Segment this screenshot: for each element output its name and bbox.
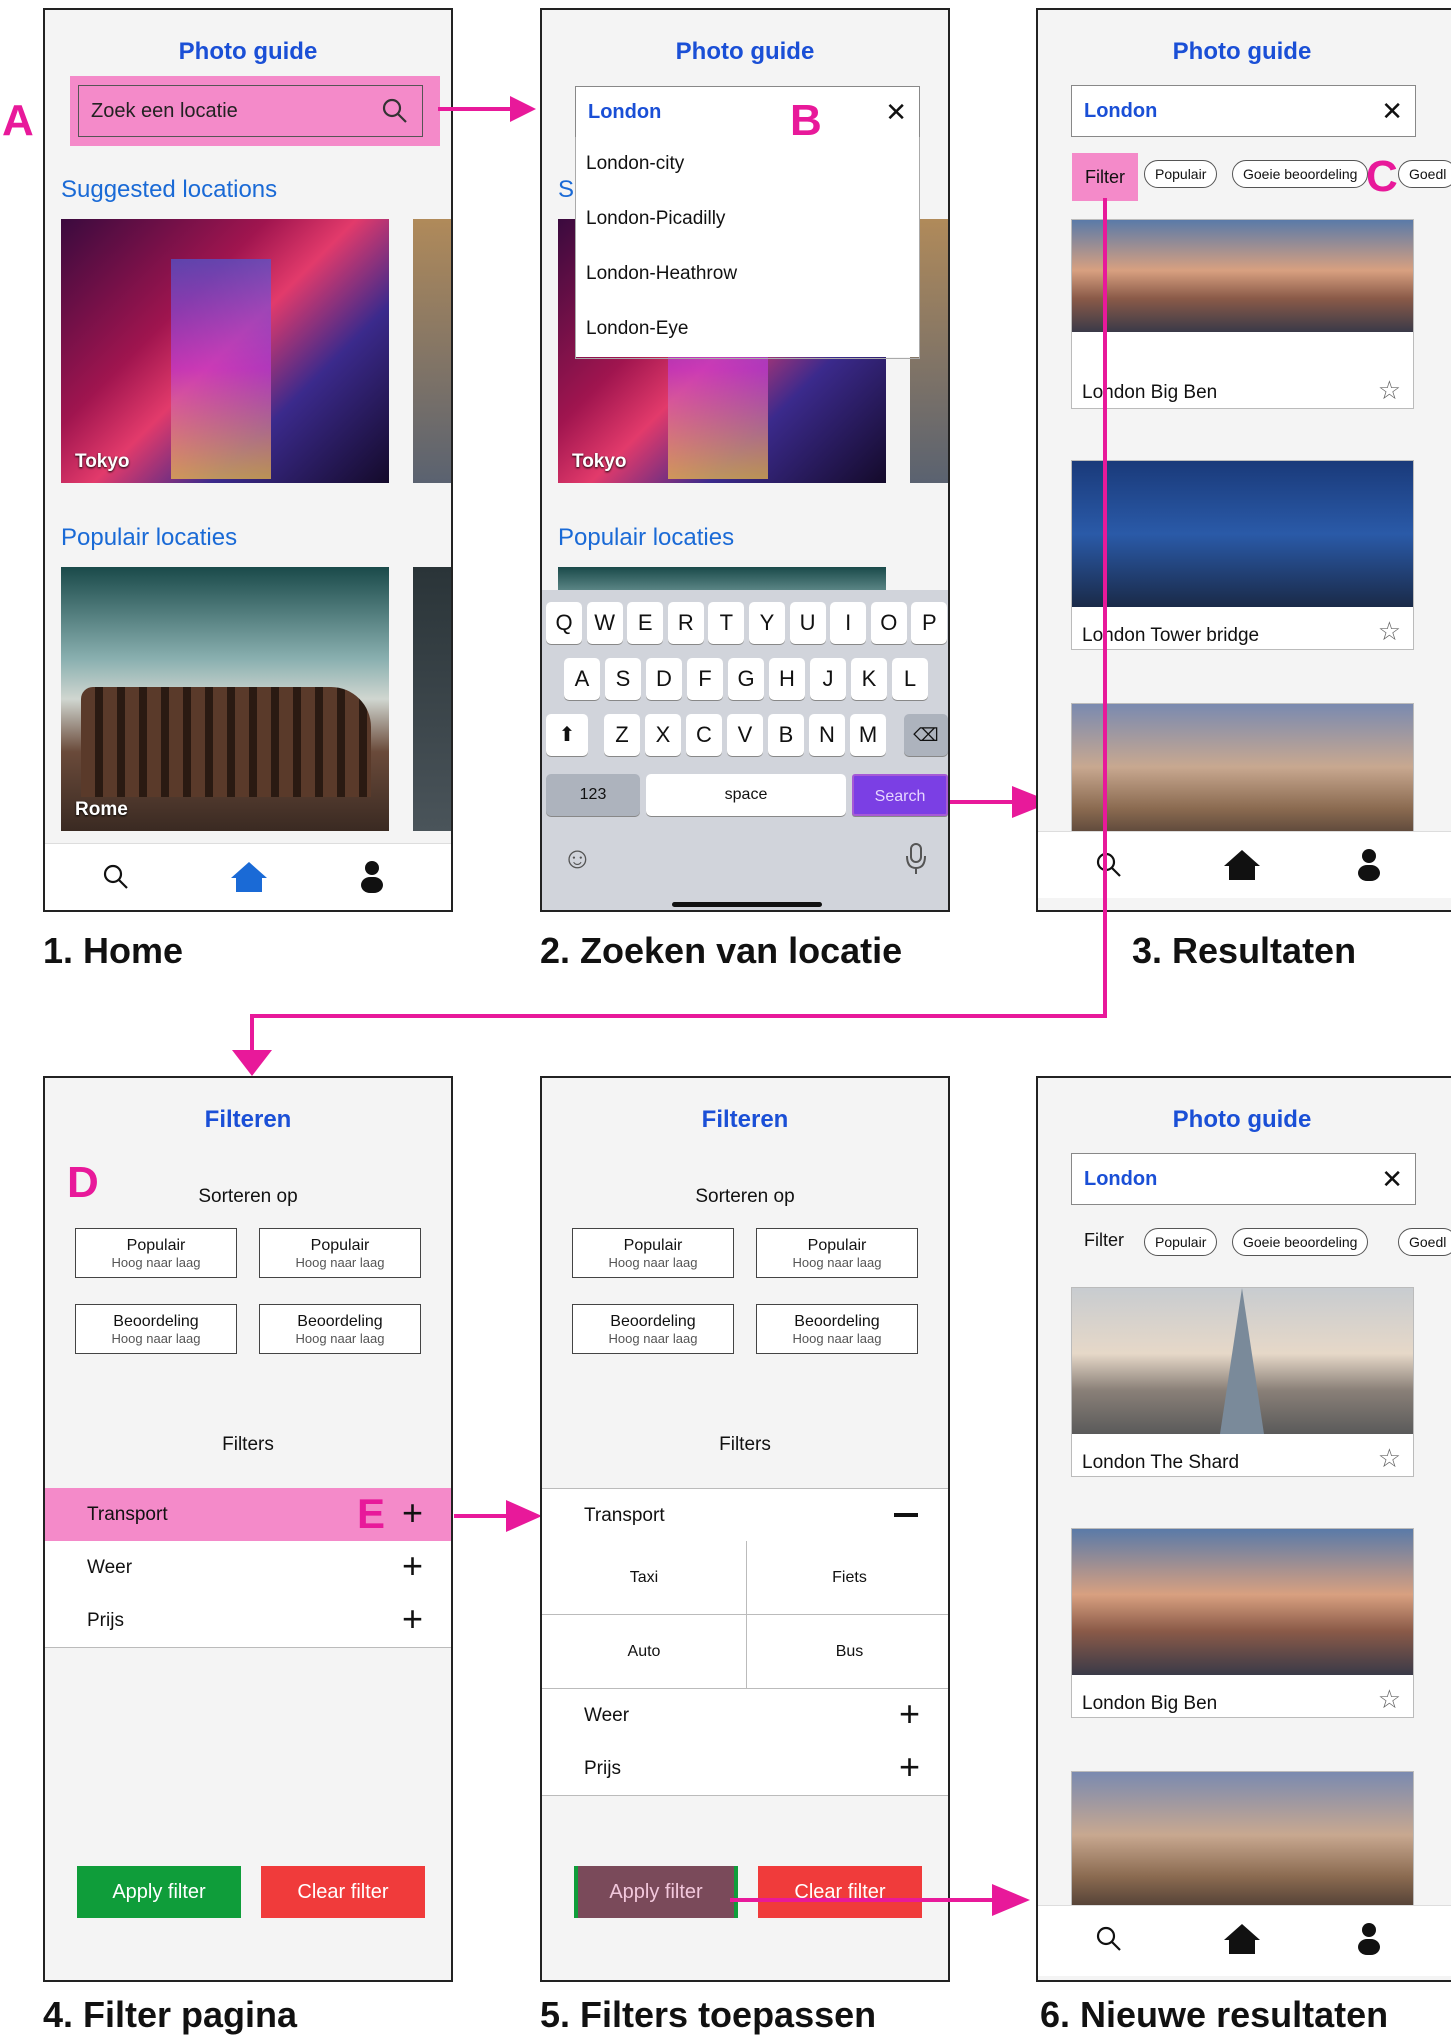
app-title: Photo guide [1172, 1106, 1312, 1133]
star-icon[interactable]: ☆ [1378, 1684, 1401, 1715]
piccadilly-photo [1072, 1772, 1413, 1912]
big-ben-photo [1072, 1529, 1413, 1675]
home-icon[interactable] [1222, 1922, 1262, 1956]
apply-filter-button[interactable]: Apply filter [77, 1866, 241, 1918]
plus-icon[interactable]: + [899, 1746, 920, 1788]
arrow-4-to-5 [454, 1500, 542, 1532]
filters-heading: Filters [719, 1434, 771, 1455]
filter-row-transport[interactable]: Transport E + [45, 1488, 451, 1542]
screen-filter: Filteren D Sorteren op Populair Hoog naar… [43, 1076, 453, 1982]
sort-beoordeling-2[interactable]: Beoordeling Hoog naar laag [756, 1304, 918, 1354]
sort-heading: Sorteren op [198, 1186, 298, 1207]
filter-title: Filteren [701, 1106, 789, 1133]
sort-beoordeling-1[interactable]: Beoordeling Hoog naar laag [75, 1304, 237, 1354]
filter-button[interactable]: Filter [1084, 1230, 1124, 1251]
clear-filter-button[interactable]: Clear filter [261, 1866, 425, 1918]
plus-icon[interactable]: + [899, 1693, 920, 1735]
plus-icon[interactable]: + [402, 1598, 423, 1640]
search-value: London [1084, 1168, 1158, 1190]
shard-photo [1072, 1288, 1413, 1434]
card-title: London The Shard [1082, 1452, 1240, 1473]
chip-goedl[interactable]: Goedl [1398, 1228, 1451, 1256]
screen-filter-expanded: Filteren Sorteren op Populair Hoog naar l… [540, 1076, 950, 1982]
star-icon[interactable]: ☆ [1378, 1443, 1401, 1474]
plus-icon[interactable]: + [402, 1492, 423, 1534]
chip-populair[interactable]: Populair [1144, 1228, 1218, 1256]
screen-new-results: Photo guide London ✕ Filter Populair Goe… [1036, 1076, 1451, 1982]
search-input[interactable]: London ✕ [1071, 1153, 1416, 1205]
caption-filter: 4. Filter pagina [43, 1994, 298, 2035]
marker-e: E [357, 1490, 386, 1537]
sort-populair-2[interactable]: Populair Hoog naar laag [756, 1228, 918, 1278]
close-icon[interactable]: ✕ [1381, 1164, 1403, 1195]
profile-icon[interactable] [1356, 1922, 1382, 1956]
filter-row-weer[interactable]: Weer + [542, 1689, 948, 1743]
result-card[interactable]: London Big Ben ☆ [1071, 1528, 1414, 1718]
filter-row-prijs[interactable]: Prijs + [542, 1742, 948, 1796]
caption-new-results: 6. Nieuwe resultaten [1040, 1994, 1389, 2035]
search-icon[interactable] [1094, 1924, 1124, 1954]
shard-tower [1220, 1288, 1264, 1434]
transport-option-auto[interactable]: Auto [542, 1615, 747, 1689]
sort-beoordeling-1[interactable]: Beoordeling Hoog naar laag [572, 1304, 734, 1354]
chip-goeie-beoordeling[interactable]: Goeie beoordeling [1232, 1228, 1369, 1256]
filters-heading: Filters [222, 1434, 274, 1455]
caption-apply: 5. Filters toepassen [540, 1994, 877, 2035]
transport-option-bus[interactable]: Bus [747, 1615, 948, 1689]
sort-heading: Sorteren op [695, 1186, 795, 1207]
sort-populair-1[interactable]: Populair Hoog naar laag [572, 1228, 734, 1278]
result-card[interactable]: London The Shard ☆ [1071, 1287, 1414, 1477]
filter-row-weer[interactable]: Weer + [45, 1541, 451, 1595]
sort-beoordeling-2[interactable]: Beoordeling Hoog naar laag [259, 1304, 421, 1354]
sort-populair-1[interactable]: Populair Hoog naar laag [75, 1228, 237, 1278]
result-card[interactable] [1071, 1771, 1414, 1912]
filter-title: Filteren [204, 1106, 292, 1133]
tab-bar [1038, 1905, 1451, 1976]
minus-icon[interactable] [894, 1513, 918, 1517]
transport-option-fiets[interactable]: Fiets [747, 1541, 948, 1615]
plus-icon[interactable]: + [402, 1545, 423, 1587]
sort-populair-2[interactable]: Populair Hoog naar laag [259, 1228, 421, 1278]
apply-filter-button[interactable]: Apply filter [574, 1866, 738, 1918]
filter-row-transport[interactable]: Transport [542, 1488, 948, 1543]
transport-option-taxi[interactable]: Taxi [542, 1541, 747, 1615]
arrow-5-to-6 [730, 1884, 1030, 1916]
filter-row-prijs[interactable]: Prijs + [45, 1594, 451, 1648]
card-title: London Big Ben [1082, 1693, 1218, 1714]
